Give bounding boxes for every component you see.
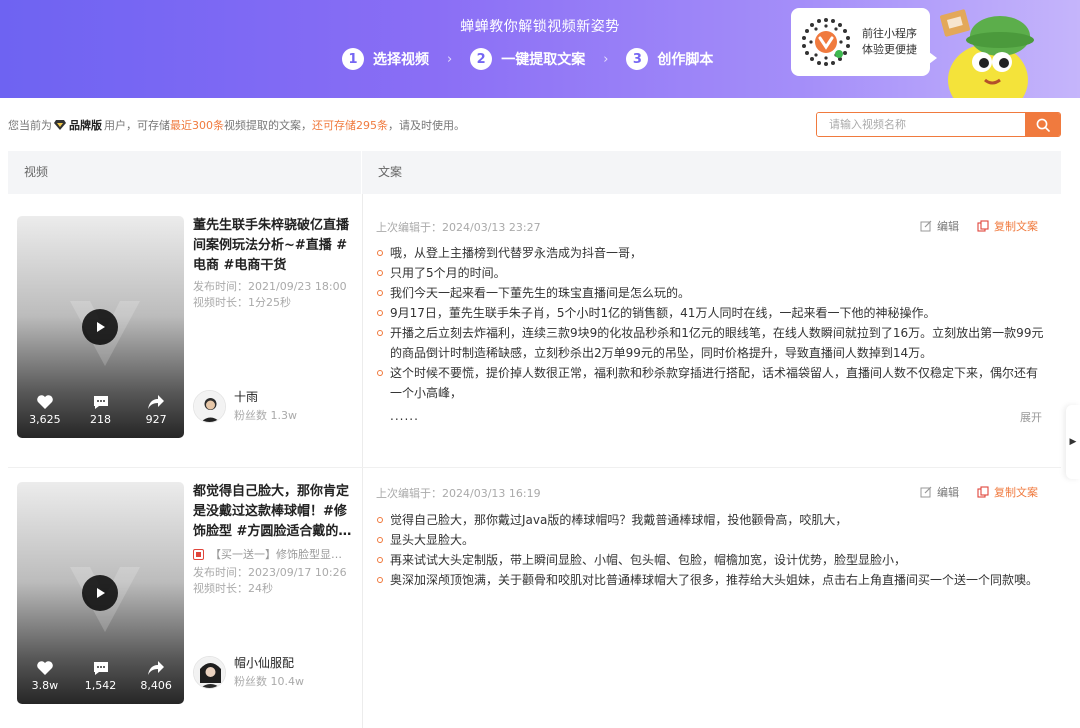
heart-icon bbox=[37, 661, 53, 675]
list-item: 9月17日，董先生联手朱子肖，5个小时1亿的销售额，41万人同时在线，一起来看一… bbox=[376, 303, 1044, 323]
author-fans: 粉丝数 1.3w bbox=[234, 409, 297, 422]
shares-stat: 927 bbox=[128, 394, 184, 426]
author-block[interactable]: 帽小仙服配 粉丝数 10.4w bbox=[193, 655, 304, 690]
author-block[interactable]: 十雨 粉丝数 1.3w bbox=[193, 389, 297, 424]
video-thumbnail[interactable]: 3.8w 1,542 8,406 bbox=[17, 482, 184, 704]
truncated-ellipsis: ...... bbox=[390, 409, 419, 423]
video-title[interactable]: 董先生联手朱梓骁破亿直播间案例玩法分析~#直播 #电商 #电商干货 bbox=[193, 216, 353, 276]
likes-stat: 3.8w bbox=[17, 660, 73, 692]
copy-icon bbox=[977, 220, 989, 232]
list-item: 觉得自己脸大，那你戴过Java版的棒球帽吗？我戴普通棒球帽，投他颧骨高，咬肌大， bbox=[376, 510, 1044, 530]
video-meta: 发布时间：2023/09/17 10:26 视频时长：24秒 bbox=[193, 566, 347, 595]
table-header: 视频 文案 bbox=[8, 151, 1061, 194]
likes-stat: 3,625 bbox=[17, 394, 73, 426]
comments-stat: 218 bbox=[73, 394, 129, 426]
copy-text-button[interactable]: 复制文案 bbox=[977, 484, 1038, 500]
author-name: 十雨 bbox=[234, 390, 259, 404]
copy-text-list: 哦，从登上主播榜到代替罗永浩成为抖音一哥， 只用了5个月的时间。 我们今天一起来… bbox=[376, 243, 1044, 403]
edit-icon bbox=[920, 486, 932, 498]
quota-text: 最近300条 bbox=[170, 119, 224, 132]
list-item: 再来试试大头定制版，带上瞬间显脸、小帽、包头帽、包脸，帽檐加宽，设计优势，脸型显… bbox=[376, 550, 1044, 570]
list-item: 哦，从登上主播榜到代替罗永浩成为抖音一哥， bbox=[376, 243, 1044, 263]
row-actions: 编辑 复制文案 bbox=[920, 484, 1038, 500]
column-header-video: 视频 bbox=[8, 151, 362, 194]
chevron-right-icon: ▶ bbox=[1069, 437, 1077, 447]
row-divider bbox=[8, 467, 1061, 468]
last-edited: 上次编辑于：2024/03/13 16:19 bbox=[376, 487, 541, 500]
mini-program-qr-icon bbox=[800, 16, 852, 68]
step-label: 选择视频 bbox=[373, 52, 429, 68]
chevron-right-icon: › bbox=[447, 51, 453, 67]
heart-icon bbox=[37, 395, 53, 409]
edit-button[interactable]: 编辑 bbox=[920, 218, 959, 234]
play-button[interactable] bbox=[82, 575, 118, 611]
author-fans: 粉丝数 10.4w bbox=[234, 675, 304, 688]
storage-info: 您当前为 品牌版 用户，可存储 最近300条 视频提取的文案， 还可存储295条… bbox=[8, 117, 465, 133]
video-stats: 3.8w 1,542 8,406 bbox=[17, 660, 184, 692]
list-item: 奥深加深颅顶饱满，关于颧骨和咬肌对比普通棒球帽大了很多，推荐给大头姐妹，点击右上… bbox=[376, 570, 1044, 590]
search-box bbox=[816, 112, 1061, 137]
video-title[interactable]: 都觉得自己脸大，那你肯定是没戴过这款棒球帽！#修饰脸型 #方圆脸适合戴的… bbox=[193, 482, 353, 542]
step-label: 一键提取文案 bbox=[501, 52, 586, 68]
share-icon bbox=[148, 395, 165, 409]
plan-badge: 品牌版 bbox=[54, 117, 102, 133]
comment-icon bbox=[93, 662, 108, 675]
qr-hint: 前往小程序 体验更便捷 bbox=[862, 27, 917, 56]
step-label: 创作脚本 bbox=[657, 52, 714, 68]
remaining-text: 还可存储295条 bbox=[312, 119, 388, 132]
diamond-icon bbox=[54, 120, 66, 130]
copy-text-list: 觉得自己脸大，那你戴过Java版的棒球帽吗？我戴普通棒球帽，投他颧骨高，咬肌大，… bbox=[376, 510, 1044, 590]
list-item: 这个时候不要慌，提价掉人数很正常，福利款和秒杀款穿插进行搭配，话术福袋留人，直播… bbox=[376, 363, 1044, 403]
step-number: 1 bbox=[342, 48, 364, 70]
steps-guide: 1 选择视频 › 2 一键提取文案 › 3 创作脚本 bbox=[342, 48, 713, 70]
copy-text-button[interactable]: 复制文案 bbox=[977, 218, 1038, 234]
comments-stat: 1,542 bbox=[73, 660, 129, 692]
video-thumbnail[interactable]: 3,625 218 927 bbox=[17, 216, 184, 438]
side-panel-toggle[interactable]: ▶ bbox=[1066, 405, 1080, 479]
mini-program-qr-card[interactable]: 前往小程序 体验更便捷 bbox=[791, 8, 937, 76]
column-divider bbox=[362, 194, 363, 728]
share-icon bbox=[148, 661, 165, 675]
expand-link[interactable]: 展开 bbox=[1020, 409, 1042, 425]
edit-button[interactable]: 编辑 bbox=[920, 484, 959, 500]
product-icon bbox=[193, 548, 204, 560]
video-meta: 发布时间：2021/09/23 18:00 视频时长：1分25秒 bbox=[193, 280, 347, 309]
column-header-copy: 文案 bbox=[378, 165, 403, 179]
avatar bbox=[193, 656, 226, 689]
promo-banner: 蝉蝉教你解锁视频新姿势 1 选择视频 › 2 一键提取文案 › 3 创作脚本 前… bbox=[0, 0, 1080, 98]
comment-icon bbox=[93, 396, 108, 409]
step-number: 3 bbox=[626, 48, 649, 70]
play-icon bbox=[97, 322, 105, 332]
search-icon bbox=[1036, 118, 1050, 132]
play-icon bbox=[97, 588, 105, 598]
search-input[interactable] bbox=[817, 113, 1025, 136]
step-select-video: 1 选择视频 bbox=[342, 48, 429, 70]
avatar bbox=[193, 390, 226, 423]
cicada-mascot-icon bbox=[930, 6, 1040, 98]
step-create-script: 3 创作脚本 bbox=[626, 48, 713, 70]
step-number: 2 bbox=[470, 48, 493, 70]
chevron-right-icon: › bbox=[603, 51, 609, 67]
list-item: 显头大显脸大。 bbox=[376, 530, 1044, 550]
author-name: 帽小仙服配 bbox=[234, 656, 295, 670]
video-stats: 3,625 218 927 bbox=[17, 394, 184, 426]
row-actions: 编辑 复制文案 bbox=[920, 218, 1038, 234]
copy-icon bbox=[977, 486, 989, 498]
edit-icon bbox=[920, 220, 932, 232]
last-edited: 上次编辑于：2024/03/13 23:27 bbox=[376, 221, 541, 234]
shares-stat: 8,406 bbox=[128, 660, 184, 692]
list-item: 只用了5个月的时间。 bbox=[376, 263, 1044, 283]
step-extract-copy: 2 一键提取文案 bbox=[470, 48, 585, 70]
list-item: 开播之后立刻去炸福利，连续三款9块9的化妆品秒杀和1亿元的眼线笔，在线人数瞬间就… bbox=[376, 323, 1044, 363]
play-button[interactable] bbox=[82, 309, 118, 345]
search-button[interactable] bbox=[1025, 113, 1060, 136]
product-tag[interactable]: 【买一送一】修饰脸型显… bbox=[193, 546, 353, 562]
list-item: 我们今天一起来看一下董先生的珠宝直播间是怎么玩的。 bbox=[376, 283, 1044, 303]
